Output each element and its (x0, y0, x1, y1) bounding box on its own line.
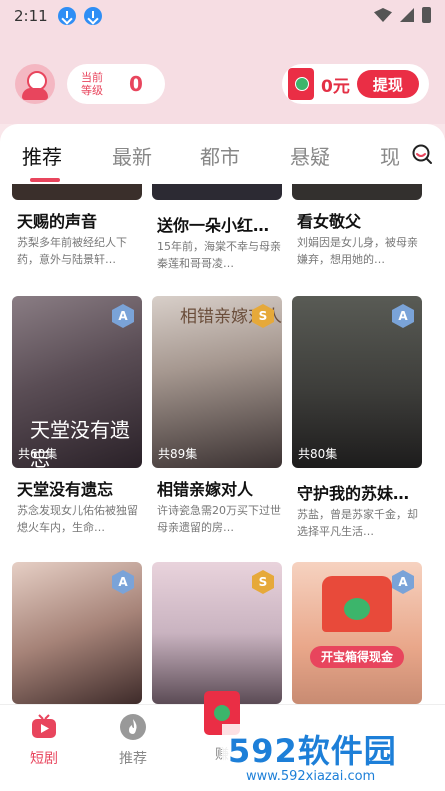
tab-latest[interactable]: 最新 (112, 141, 152, 170)
poster-image: 相错亲嫁对人 S 共89集 (152, 296, 282, 468)
rating-badge: A (112, 304, 134, 328)
download-icon (83, 7, 102, 25)
status-bar: 2:11 (0, 0, 445, 32)
card-title: 送你一朵小红… (157, 216, 270, 235)
card-desc: 苏梨多年前被经纪人下药，意外与陆景轩… (17, 236, 127, 266)
card-desc: 苏念发现女儿佑佑被独留熄火车内，生命… (17, 504, 138, 534)
poster-image (152, 184, 282, 200)
card-title: 守护我的苏妹… (297, 484, 410, 503)
tab-urban[interactable]: 都市 (200, 141, 240, 170)
poster-image (12, 184, 142, 200)
poster-image (292, 184, 422, 200)
status-time: 2:11 (14, 7, 48, 25)
card-desc: 15年前，海棠不幸与母亲秦莲和哥哥凌… (157, 240, 281, 270)
tab-suspense[interactable]: 悬疑 (290, 141, 330, 170)
download-icon (57, 7, 76, 25)
episode-count: 共89集 (158, 447, 198, 461)
drama-grid: 天赐的声音 苏梨多年前被经纪人下药，意外与陆景轩… 送你一朵小红… 15年前，海… (0, 184, 445, 704)
tv-icon (32, 714, 56, 738)
search-icon[interactable] (411, 143, 433, 165)
flame-icon (120, 714, 146, 740)
nav-item-drama[interactable]: 短剧 (14, 713, 74, 768)
redpacket-icon (288, 68, 314, 100)
wallet-amount: 0元 (321, 76, 350, 97)
card-title: 相错亲嫁对人 (157, 480, 254, 499)
card-desc: 许诗瓷急需20万买下过世母亲遗留的房… (157, 504, 281, 534)
watermark-main: 592软件园 (228, 732, 397, 770)
watermark: 592软件园 www.592xiazai.com (222, 724, 445, 791)
card-title: 天赐的声音 (17, 212, 98, 231)
rating-badge: A (392, 570, 414, 594)
card-desc: 刘娟因是女儿身，被母亲嫌弃，想用她的… (297, 236, 418, 266)
level-label: 当前等级 (81, 71, 103, 97)
coin-icon (344, 598, 370, 620)
nav-item-recommend[interactable]: 推荐 (103, 713, 163, 768)
nav-label: 推荐 (119, 751, 147, 767)
wallet-pill[interactable]: 0元 提现 (282, 64, 429, 104)
open-chest-button[interactable]: 开宝箱得现金 (310, 646, 404, 668)
rating-badge: S (252, 570, 274, 594)
tab-recommend[interactable]: 推荐 (22, 141, 62, 170)
category-tabs: 推荐 最新 都市 悬疑 现 (0, 124, 445, 184)
treasure-chest-image: A 开宝箱得现金 (292, 562, 422, 704)
level-pill[interactable]: 当前等级 0 (67, 64, 165, 104)
battery-icon (422, 7, 431, 23)
episode-count: 共80集 (298, 447, 338, 461)
wifi-icon (374, 8, 392, 22)
rating-badge: A (392, 304, 414, 328)
poster-image: 天堂没有遗忘 A 共60集 (12, 296, 142, 468)
status-indicators (374, 7, 431, 23)
poster-image: A (12, 562, 142, 704)
active-tab-indicator (30, 178, 60, 182)
watermark-sub: www.592xiazai.com (246, 769, 376, 784)
nav-label: 短剧 (30, 751, 58, 767)
card-title: 看女敬父 (297, 212, 362, 231)
rating-badge: A (112, 570, 134, 594)
header: 当前等级 0 0元 提现 (0, 32, 445, 124)
withdraw-button[interactable]: 提现 (356, 70, 419, 98)
poster-image: A 共80集 (292, 296, 422, 468)
episode-count: 共60集 (18, 447, 58, 461)
poster-image: S (152, 562, 282, 704)
avatar[interactable] (15, 64, 55, 104)
card-title: 天堂没有遗忘 (17, 480, 114, 499)
signal-icon (400, 8, 414, 22)
level-value: 0 (129, 72, 143, 96)
card-desc: 苏盐，曾是苏家千金，却选择平凡生活… (297, 508, 418, 538)
tab-modern[interactable]: 现 (380, 141, 400, 170)
